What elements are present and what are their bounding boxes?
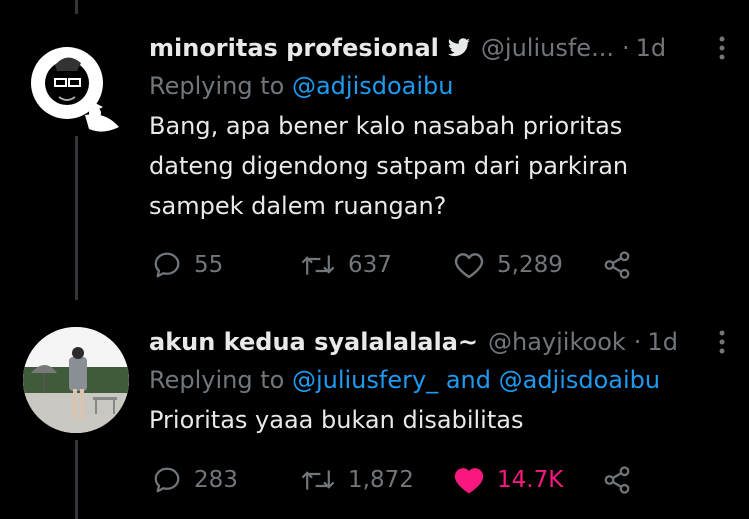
more-options-icon[interactable] [715, 328, 729, 356]
separator-dot: · [621, 34, 630, 62]
separator-dot: · [633, 328, 642, 356]
reply-count: 283 [194, 467, 238, 493]
replying-to-label: Replying to [149, 366, 285, 394]
retweet-button[interactable]: 1,872 [300, 465, 414, 495]
replying-to-label: Replying to [149, 72, 285, 100]
like-count: 5,289 [497, 252, 563, 278]
more-options-icon[interactable] [715, 34, 729, 62]
share-button[interactable] [601, 250, 633, 280]
avatar[interactable] [23, 327, 129, 433]
mention-link[interactable]: @adjisdoaibu [292, 72, 454, 100]
share-icon [604, 466, 630, 494]
twitter-bird-icon [447, 38, 470, 57]
share-icon [604, 251, 630, 279]
thread-line [75, 440, 78, 519]
heart-icon [454, 253, 484, 279]
like-button[interactable]: 5,289 [453, 250, 563, 280]
tweet[interactable]: akun kedua syalalalala~ @hayjikook · 1d … [149, 324, 729, 440]
retweet-count: 637 [348, 252, 392, 278]
mention-conjunction: and [445, 366, 491, 394]
retweet-button[interactable]: 637 [300, 250, 392, 280]
avatar-photo [23, 327, 129, 433]
tweet-text: Bang, apa bener kalo nasabah prioritas d… [149, 112, 629, 220]
tweet-header: minoritas profesional @juliusfe... · 1d [149, 30, 729, 66]
replying-to: Replying to @juliusfery_ and @adjisdoaib… [149, 366, 729, 394]
reply-icon [154, 252, 180, 278]
thread-line [75, 0, 78, 14]
display-name[interactable]: akun kedua syalalalala~ [149, 328, 478, 356]
retweet-icon [301, 255, 335, 275]
retweet-icon [301, 470, 335, 490]
tweet-header: akun kedua syalalalala~ @hayjikook · 1d [149, 324, 729, 360]
timestamp[interactable]: 1d [636, 34, 667, 62]
reply-count: 55 [194, 252, 224, 278]
timestamp[interactable]: 1d [647, 328, 678, 356]
reply-button[interactable]: 55 [152, 250, 223, 280]
display-name[interactable]: minoritas profesional [149, 34, 439, 62]
mention-link[interactable]: @juliusfery_ [292, 366, 438, 394]
share-button[interactable] [601, 465, 633, 495]
avatar-illustration [31, 47, 119, 132]
like-button[interactable]: 14.7K [453, 465, 563, 495]
like-count: 14.7K [497, 467, 564, 493]
heart-filled-icon [454, 468, 484, 494]
tweet[interactable]: minoritas profesional @juliusfe... · 1d … [149, 30, 729, 226]
mention-link[interactable]: @adjisdoaibu [499, 366, 661, 394]
avatar[interactable] [25, 35, 125, 135]
replying-to: Replying to @adjisdoaibu [149, 72, 729, 100]
handle[interactable]: @juliusfe... [481, 34, 614, 62]
tweet-text: Prioritas yaaa bukan disabilitas [149, 406, 524, 434]
reply-icon [154, 467, 180, 493]
reply-button[interactable]: 283 [152, 465, 238, 495]
handle[interactable]: @hayjikook [488, 328, 626, 356]
thread-line [75, 136, 78, 300]
retweet-count: 1,872 [348, 467, 414, 493]
